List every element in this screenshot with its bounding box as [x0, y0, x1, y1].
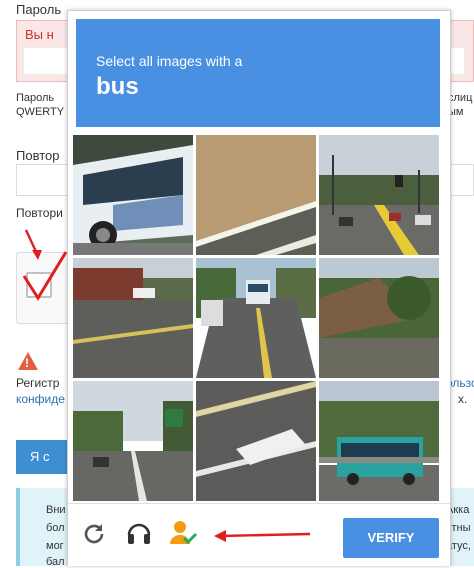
headphones-icon[interactable] [126, 520, 152, 551]
annotation-arrow-left [212, 528, 312, 549]
password-hint: Пароль [16, 92, 55, 104]
image-tile-7[interactable] [73, 381, 193, 501]
image-tile-2[interactable] [196, 135, 316, 255]
challenge-prompt: Select all images with a [96, 53, 243, 69]
agree-button[interactable]: Я с [16, 440, 68, 474]
verify-button[interactable]: VERIFY [343, 518, 439, 558]
person-check-icon[interactable] [170, 520, 198, 551]
image-tile-5[interactable] [196, 258, 316, 378]
challenge-header: Select all images with a bus [76, 19, 440, 127]
challenge-target: bus [96, 73, 139, 100]
info-line-3: мог [46, 540, 64, 552]
register-text: Регистр [16, 376, 60, 390]
password-hint-2: QWERTY [16, 106, 65, 118]
repeat-label: Повтор [16, 148, 60, 163]
annotation-checkmark [20, 248, 72, 309]
info-line-2: бол [46, 522, 65, 534]
captcha-challenge: Select all images with a bus VERIFY [67, 10, 451, 566]
agree-button-label: Я с [30, 449, 50, 464]
image-tile-6[interactable] [319, 258, 439, 378]
register-text-right: х. [458, 392, 468, 406]
image-tile-3[interactable] [319, 135, 439, 255]
error-text: Вы н [25, 27, 54, 42]
image-tile-9[interactable] [319, 381, 439, 501]
image-tile-4[interactable] [73, 258, 193, 378]
info-line-4: бал [46, 556, 65, 568]
image-tile-8[interactable] [196, 381, 316, 501]
repeat-label-2: Повтори [16, 206, 63, 220]
terms-link[interactable]: конфиде [16, 392, 65, 406]
info-line-1: Вни [46, 504, 66, 516]
password-label: Пароль [16, 2, 62, 17]
reload-icon[interactable] [82, 522, 106, 551]
warning-mark: ! [25, 356, 29, 370]
image-tile-1[interactable] [73, 135, 193, 255]
password-hint-right: слиц [448, 92, 473, 104]
